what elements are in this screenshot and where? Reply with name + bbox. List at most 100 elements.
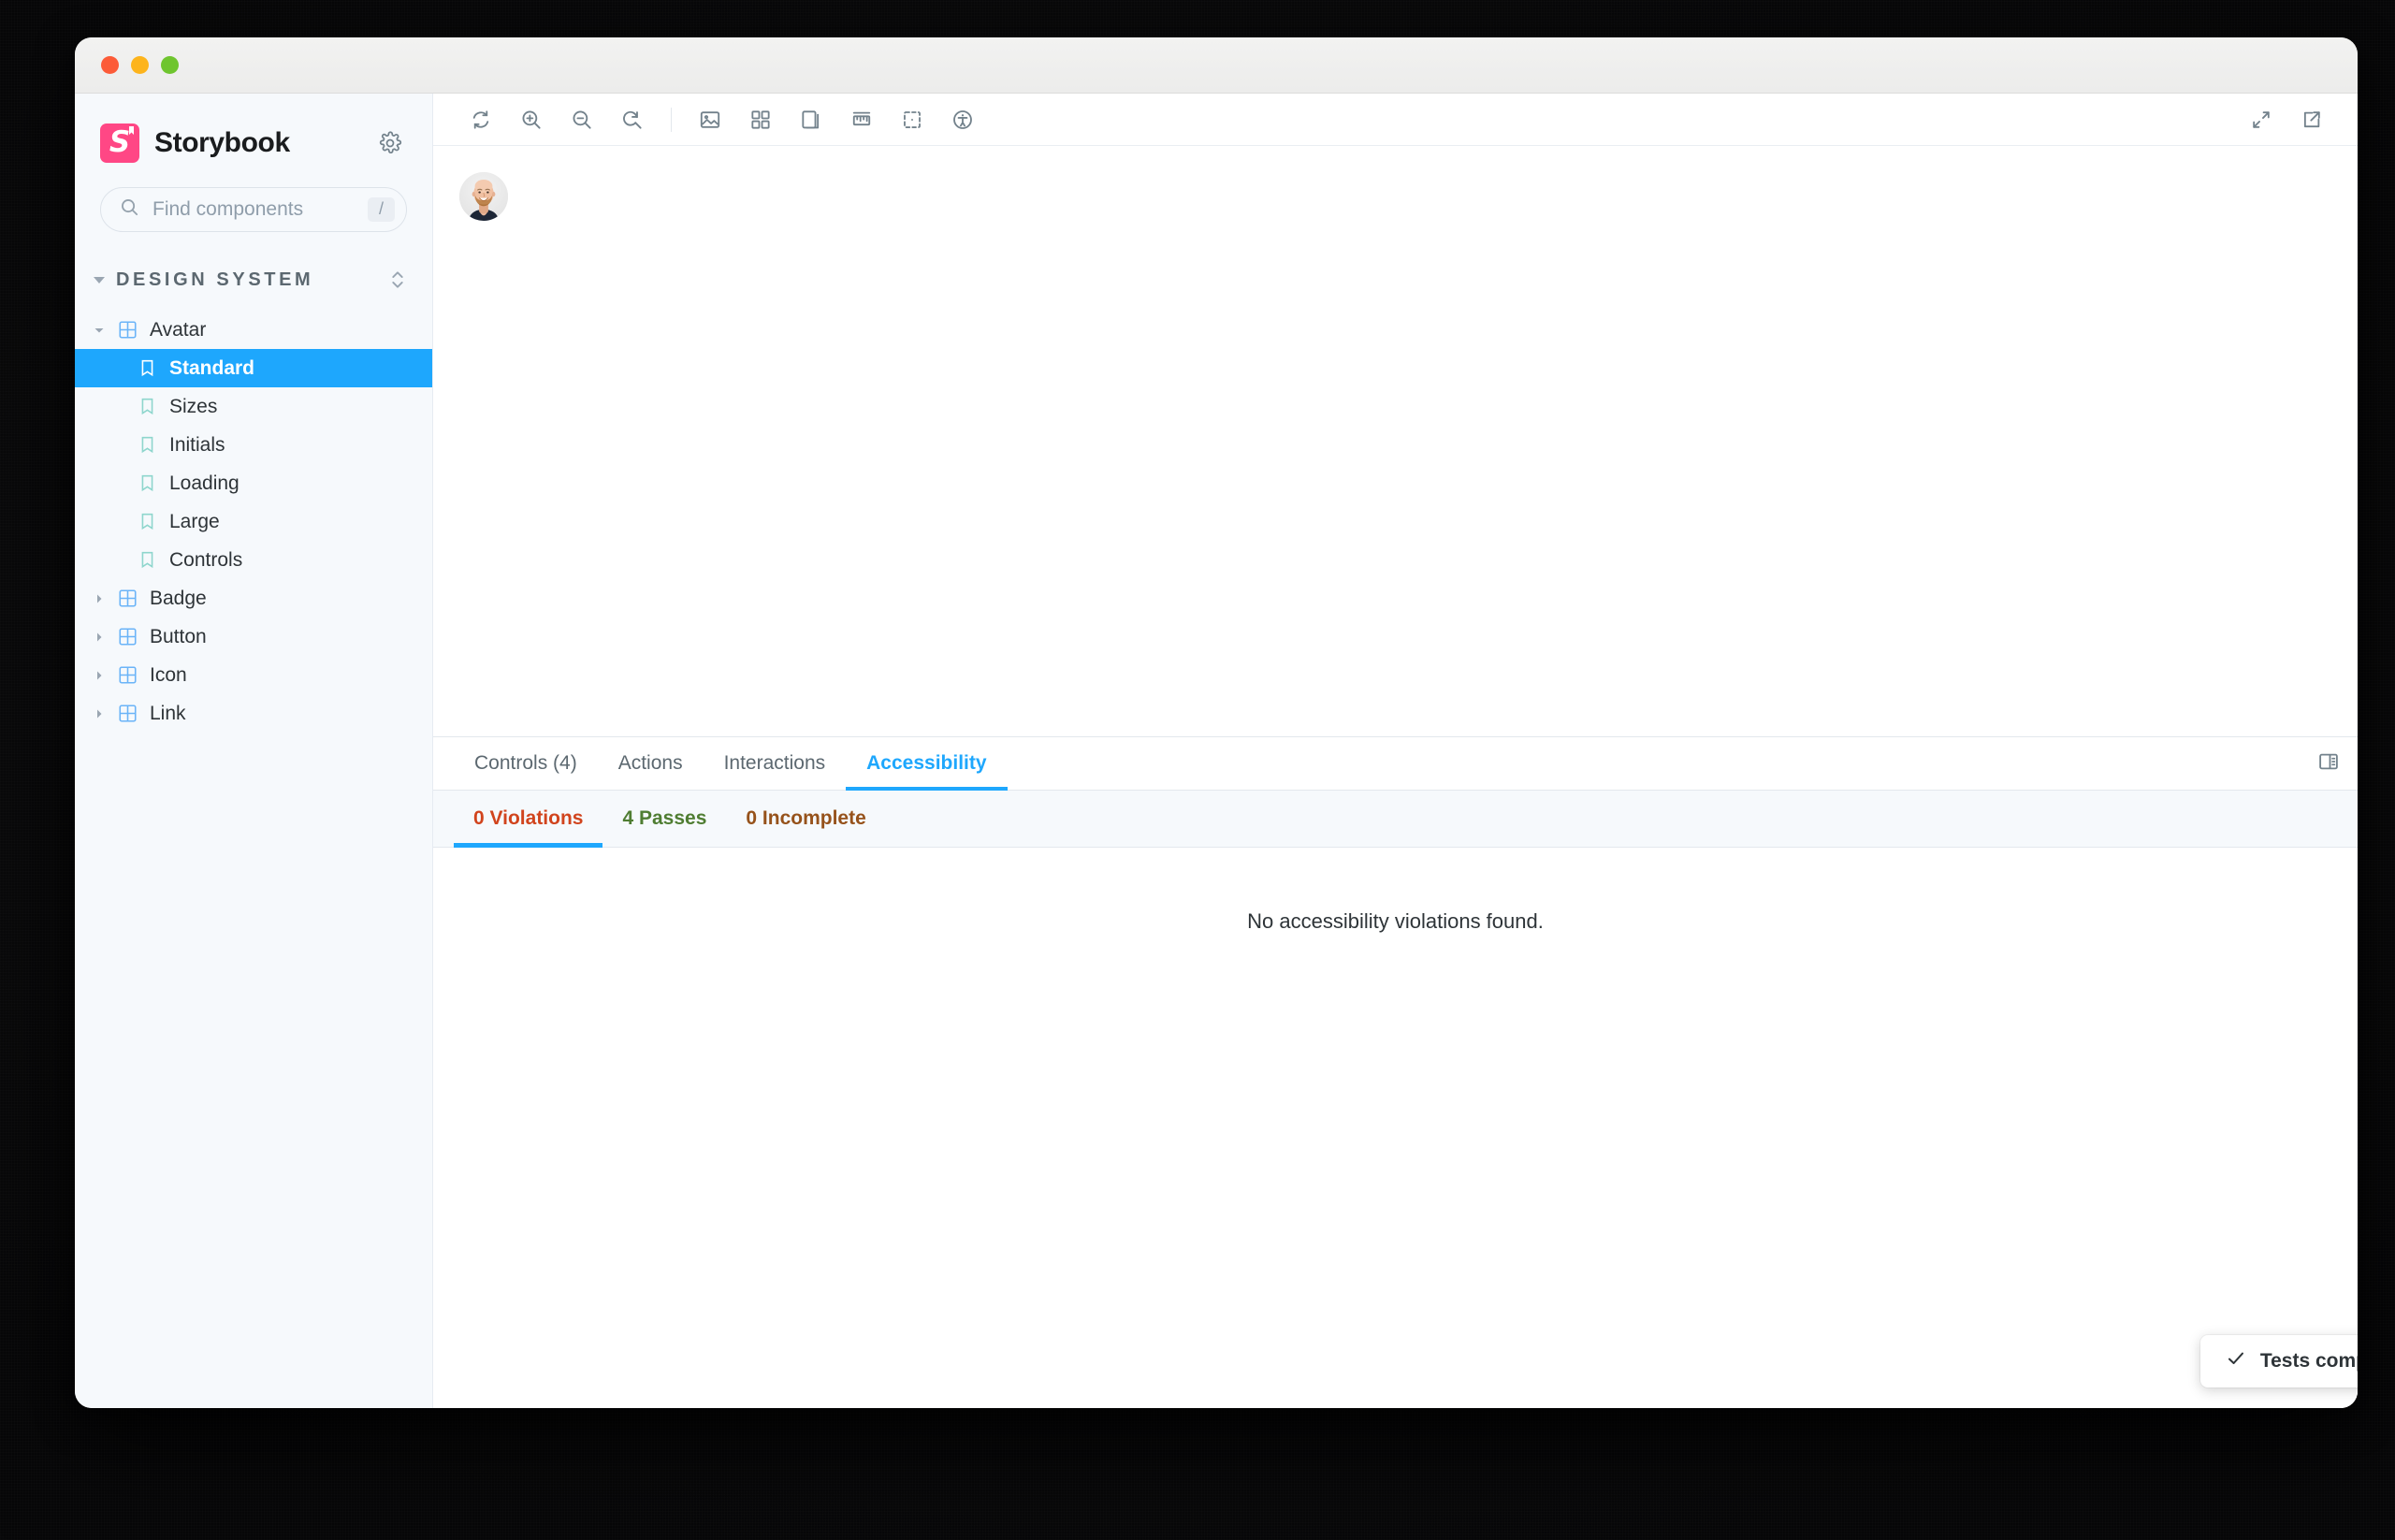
toast-message: Tests completed [2259, 1350, 2358, 1372]
component-grid-icon [117, 628, 138, 646]
subtab-label: 0 Violations [473, 807, 584, 829]
remount-button[interactable] [456, 99, 506, 140]
component-grid-icon [117, 589, 138, 607]
search-shortcut-key: / [367, 197, 395, 222]
tree-item-label: Initials [169, 433, 225, 456]
subtab-label: 0 Incomplete [746, 807, 866, 829]
addon-panel: Controls (4) Actions Interactions Access… [433, 736, 2358, 1408]
storybook-logo-icon[interactable]: S [100, 123, 139, 163]
tab-interactions[interactable]: Interactions [704, 737, 847, 790]
zoom-reset-button[interactable] [607, 99, 658, 140]
tab-actions[interactable]: Actions [598, 737, 704, 790]
sidebar-header: S Storybook [75, 94, 432, 163]
story-bookmark-icon [137, 551, 157, 569]
story-bookmark-icon [137, 474, 157, 492]
tests-completed-toast[interactable]: Tests completed [2199, 1335, 2358, 1387]
tree-item-icon[interactable]: Icon [75, 656, 432, 694]
fullscreen-button[interactable] [2236, 99, 2286, 140]
search-input[interactable]: Find components / [100, 187, 407, 232]
check-icon [2225, 1347, 2247, 1375]
tree-item-sizes[interactable]: Sizes [75, 387, 432, 426]
tree-item-label: Button [150, 625, 207, 647]
addon-tab-bar: Controls (4) Actions Interactions Access… [433, 737, 2358, 791]
tree-item-controls[interactable]: Controls [75, 541, 432, 579]
story-bookmark-icon [137, 398, 157, 415]
chevron-down-icon [94, 276, 105, 283]
panel-position-icon[interactable] [2316, 749, 2341, 778]
tree-item-initials[interactable]: Initials [75, 426, 432, 464]
component-grid-icon [117, 705, 138, 722]
zoom-in-button[interactable] [506, 99, 557, 140]
gear-icon[interactable] [374, 127, 406, 159]
open-new-tab-button[interactable] [2286, 99, 2337, 140]
zoom-out-button[interactable] [557, 99, 607, 140]
tree-item-label: Badge [150, 587, 207, 609]
tree-item-loading[interactable]: Loading [75, 464, 432, 502]
tree-item-label: Controls [169, 548, 243, 571]
outline-button[interactable] [887, 99, 937, 140]
window-body: S Storybook Find components / DESIGN SYS… [75, 94, 2358, 1408]
subtab-label: 4 Passes [622, 807, 707, 829]
tab-label: Interactions [723, 752, 826, 774]
tree-item-label: Loading [169, 472, 240, 494]
tree-item-label: Large [169, 510, 220, 532]
empty-state-message: No accessibility violations found. [1247, 909, 1544, 933]
window-zoom-button[interactable] [161, 56, 179, 74]
search-icon [119, 196, 140, 223]
main-area: Controls (4) Actions Interactions Access… [433, 94, 2358, 1408]
component-grid-icon [117, 666, 138, 684]
tree-item-avatar[interactable]: Avatar [75, 311, 432, 349]
storybook-window: S Storybook Find components / DESIGN SYS… [75, 37, 2358, 1408]
tab-accessibility[interactable]: Accessibility [846, 737, 1008, 791]
tab-controls[interactable]: Controls (4) [454, 737, 598, 790]
tree-item-label: Icon [150, 663, 187, 686]
subtab-incomplete[interactable]: 0 Incomplete [726, 791, 885, 847]
story-bookmark-icon [137, 436, 157, 454]
avatar [459, 172, 508, 221]
toolbar-divider [671, 107, 672, 132]
chevron-right-icon [94, 588, 105, 610]
search-placeholder: Find components [152, 198, 304, 220]
accessibility-button[interactable] [937, 99, 988, 140]
preview-toolbar [433, 94, 2358, 146]
window-close-button[interactable] [101, 56, 119, 74]
accessibility-results: No accessibility violations found. Tests… [433, 848, 2358, 1408]
accessibility-subtab-bar: 0 Violations 4 Passes 0 Incomplete [433, 791, 2358, 848]
tree-item-label: Sizes [169, 395, 218, 417]
search-container: Find components / [75, 163, 432, 232]
tree-item-label: Link [150, 702, 186, 724]
story-bookmark-icon [137, 513, 157, 530]
backgrounds-button[interactable] [685, 99, 735, 140]
tree-item-label: Avatar [150, 318, 207, 341]
tab-label: Accessibility [866, 752, 987, 774]
chevron-right-icon [94, 703, 105, 725]
sidebar: S Storybook Find components / DESIGN SYS… [75, 94, 433, 1408]
subtab-passes[interactable]: 4 Passes [602, 791, 726, 847]
tree-item-link[interactable]: Link [75, 694, 432, 733]
chevron-up-down-icon[interactable] [388, 268, 407, 292]
chevron-down-icon [94, 319, 105, 341]
viewport-button[interactable] [786, 99, 836, 140]
section-header-design-system[interactable]: DESIGN SYSTEM [75, 232, 432, 292]
window-titlebar [75, 37, 2358, 94]
grid-button[interactable] [735, 99, 786, 140]
tab-label: Controls (4) [474, 752, 577, 774]
subtab-violations[interactable]: 0 Violations [454, 791, 603, 848]
measure-button[interactable] [836, 99, 887, 140]
tree-item-large[interactable]: Large [75, 502, 432, 541]
component-tree: Avatar Standard Sizes Initials Loading L… [75, 311, 432, 733]
preview-canvas [433, 146, 2358, 736]
story-bookmark-icon [137, 359, 157, 377]
chevron-right-icon [94, 664, 105, 687]
tab-label: Actions [617, 752, 683, 774]
tree-item-label: Standard [169, 356, 255, 379]
section-title: DESIGN SYSTEM [116, 269, 314, 290]
tree-item-button[interactable]: Button [75, 617, 432, 656]
tree-item-standard[interactable]: Standard [75, 349, 432, 387]
addon-tab-bar-actions [2316, 737, 2358, 790]
component-grid-icon [117, 321, 138, 339]
brand-title: Storybook [154, 127, 290, 158]
chevron-right-icon [94, 626, 105, 648]
window-minimize-button[interactable] [131, 56, 149, 74]
tree-item-badge[interactable]: Badge [75, 579, 432, 617]
